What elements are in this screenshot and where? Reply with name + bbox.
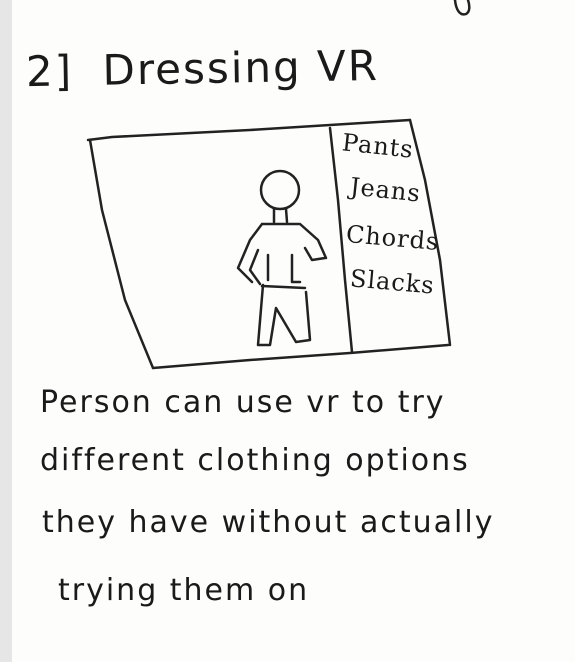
heading-title: Dressing VR bbox=[102, 40, 380, 95]
stray-mark bbox=[453, 0, 471, 16]
sketch-page: 2] Dressing VR Pants Jeans Chords Slacks… bbox=[0, 0, 575, 662]
person-arm-left bbox=[248, 248, 262, 286]
description-line-1: Person can use vr to try bbox=[40, 385, 446, 420]
person-legs bbox=[256, 283, 312, 347]
person-shirt-lines bbox=[266, 253, 302, 284]
description-line-3: they have without actually bbox=[42, 505, 495, 540]
description-line-4: trying them on bbox=[58, 573, 310, 608]
sketch-drawing bbox=[86, 0, 471, 370]
menu-item-chords[interactable]: Chords bbox=[345, 220, 441, 256]
description-line-2: different clothing options bbox=[40, 443, 470, 478]
menu-item-slacks[interactable]: Slacks bbox=[349, 264, 436, 299]
person-head bbox=[259, 169, 301, 211]
person-waist bbox=[260, 284, 307, 290]
sketch-heading: 2] Dressing VR bbox=[25, 41, 380, 97]
person-figure bbox=[236, 169, 328, 347]
menu-item-jeans[interactable]: Jeans bbox=[349, 172, 422, 207]
vr-frame-bottom bbox=[151, 343, 450, 370]
heading-number: 2] bbox=[25, 46, 74, 97]
menu-item-pants[interactable]: Pants bbox=[341, 128, 415, 163]
vr-frame-left bbox=[88, 138, 155, 370]
person-neck bbox=[272, 207, 289, 224]
